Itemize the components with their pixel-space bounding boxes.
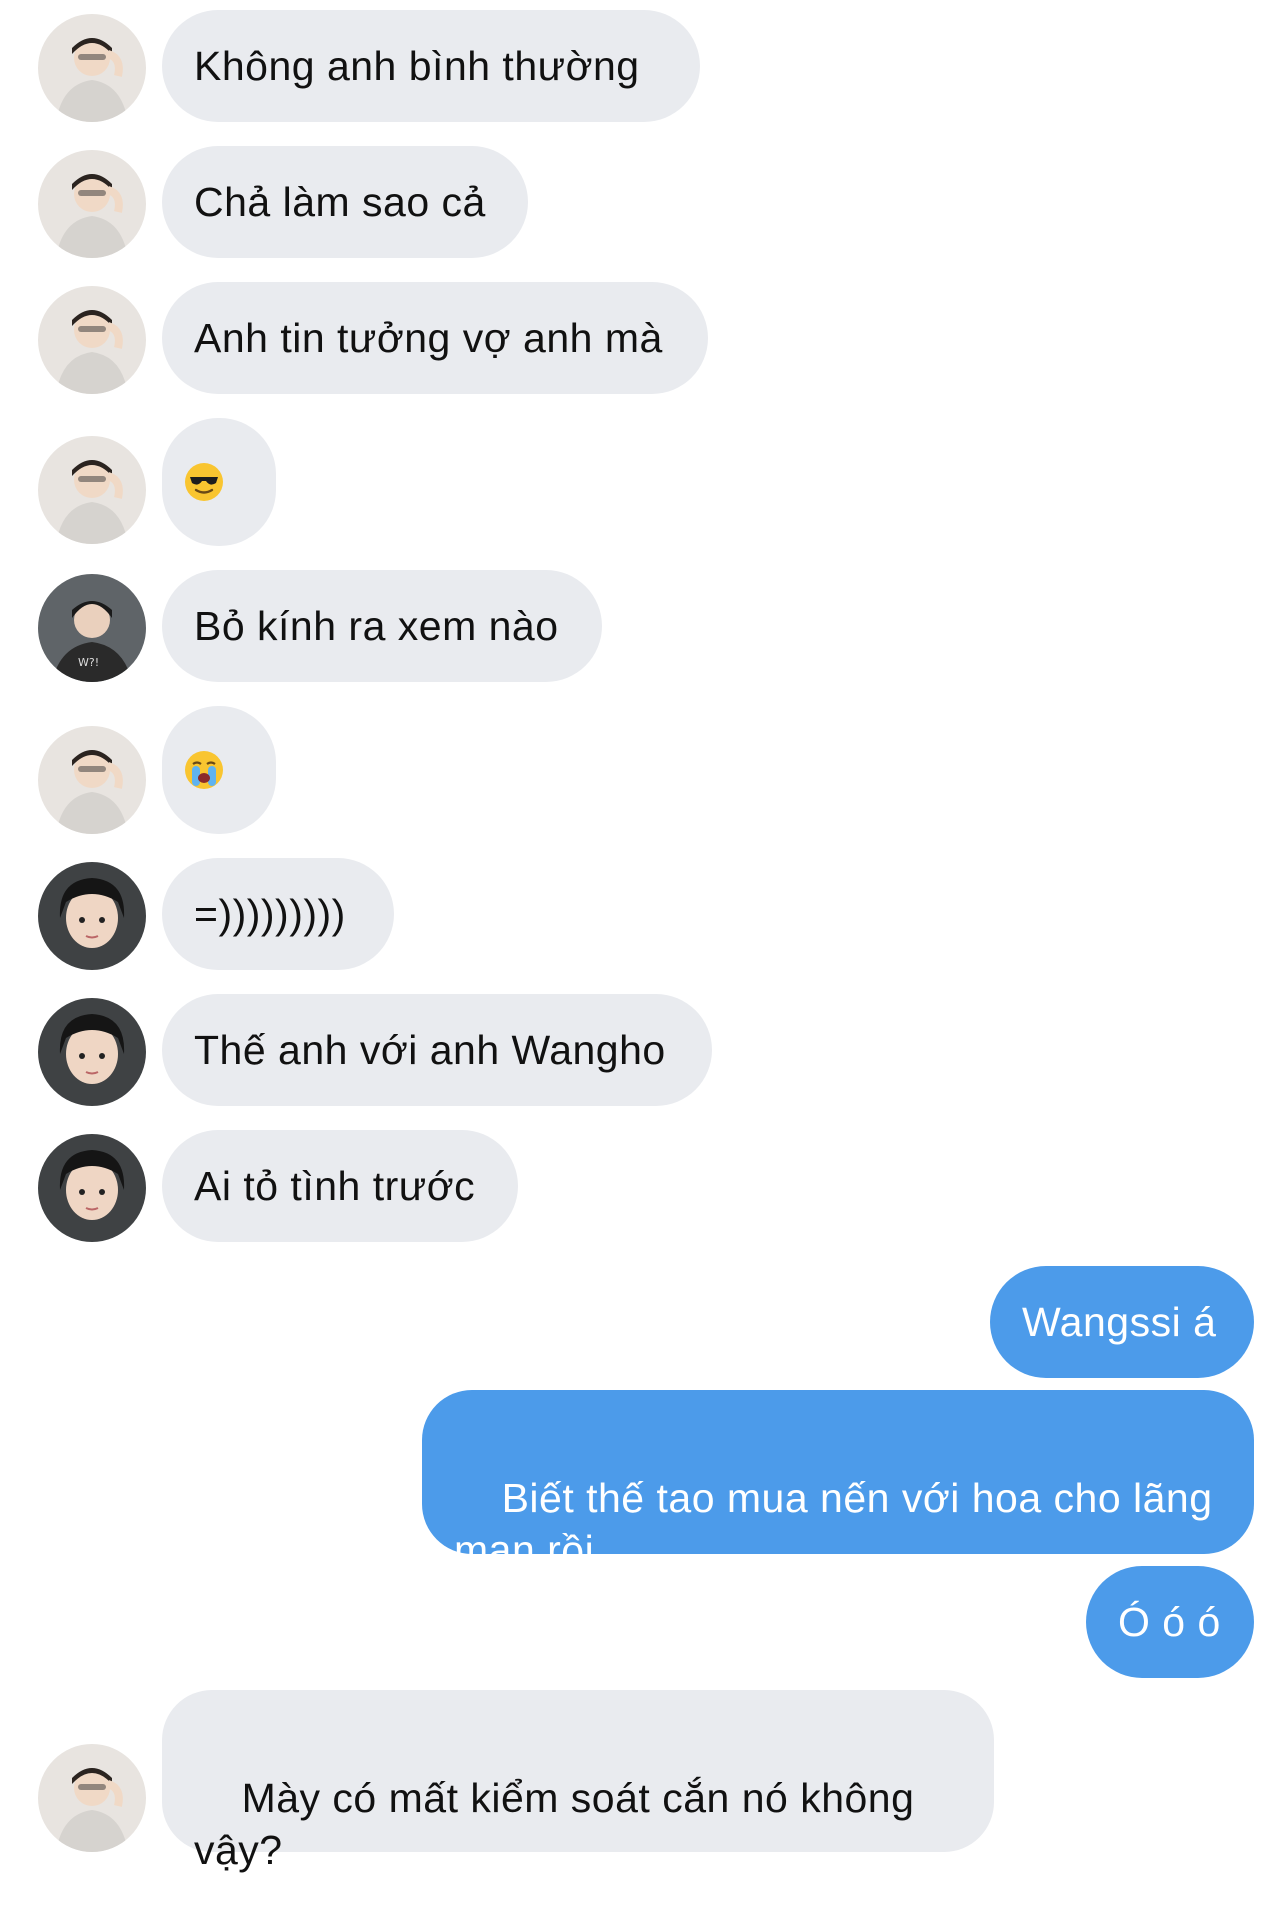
avatar[interactable] <box>38 998 146 1106</box>
chat-thread: Không anh bình thường Chả làm sao cả Anh… <box>0 0 1284 1873</box>
avatar[interactable] <box>38 862 146 970</box>
avatar[interactable] <box>38 14 146 122</box>
message-bubble-outgoing[interactable]: Ó ó ó <box>1086 1566 1254 1678</box>
message-text: =))))))))) <box>194 891 346 937</box>
message-bubble[interactable]: Ai tỏ tình trước <box>162 1130 518 1242</box>
avatar[interactable] <box>38 436 146 544</box>
message-text: Mày có mất kiểm soát cắn nó không vậy? <box>194 1775 927 1873</box>
message-bubble[interactable]: Mày có mất kiểm soát cắn nó không vậy? <box>162 1690 994 1873</box>
message-text: Ai tỏ tình trước <box>194 1163 476 1209</box>
avatar[interactable] <box>38 286 146 394</box>
message-bubble[interactable]: =))))))))) <box>162 858 394 970</box>
message-bubble[interactable]: Không anh bình thường <box>162 10 700 122</box>
message-bubble[interactable]: Chả làm sao cả <box>162 146 528 258</box>
message-bubble[interactable] <box>162 706 276 834</box>
message-text: Thế anh với anh Wangho <box>194 1027 666 1073</box>
message-text: Ó ó ó <box>1118 1599 1221 1645</box>
avatar[interactable] <box>38 1134 146 1242</box>
avatar[interactable] <box>38 726 146 834</box>
message-text: Wangssi á <box>1022 1299 1217 1345</box>
avatar[interactable] <box>38 150 146 258</box>
message-text: Không anh bình thường <box>194 43 640 89</box>
message-bubble-outgoing[interactable]: Wangssi á <box>990 1266 1254 1378</box>
message-bubble[interactable] <box>162 418 276 546</box>
message-text: Anh tin tưởng vợ anh mà <box>194 315 663 361</box>
message-bubble[interactable]: Thế anh với anh Wangho <box>162 994 712 1106</box>
avatar[interactable] <box>38 1744 146 1852</box>
avatar[interactable]: W?! <box>38 574 146 682</box>
svg-text:W?!: W?! <box>78 656 99 669</box>
message-bubble-outgoing[interactable]: Biết thế tao mua nến với hoa cho lãng mạ… <box>422 1390 1254 1573</box>
message-text: Chả làm sao cả <box>194 179 486 225</box>
message-text: Biết thế tao mua nến với hoa cho lãng mạ… <box>454 1475 1225 1573</box>
